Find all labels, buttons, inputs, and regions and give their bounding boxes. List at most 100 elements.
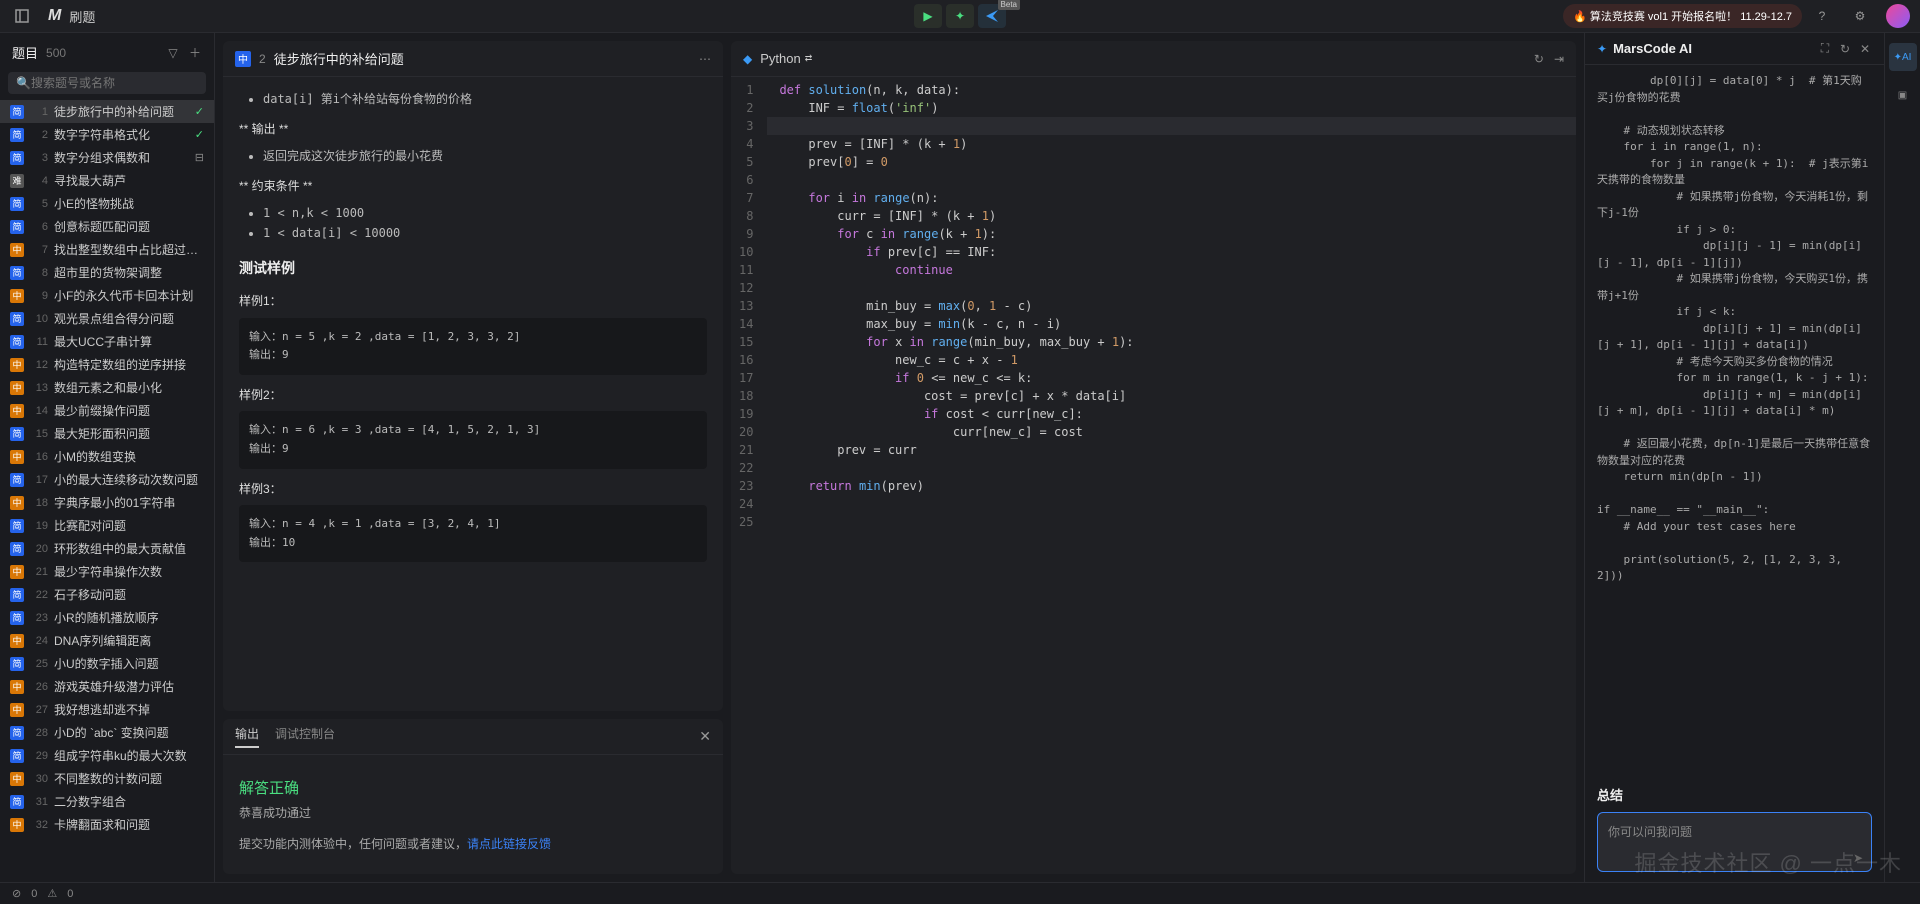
problem-list: 简1徒步旅行中的补给问题✓简2数字字符串格式化✓简3数字分组求偶数和⊟难4寻找最… <box>0 100 214 882</box>
difficulty-badge: 中 <box>10 703 24 717</box>
close-ai-icon[interactable]: ✕ <box>1858 42 1872 56</box>
difficulty-badge: 简 <box>10 588 24 602</box>
history-icon[interactable]: ↻ <box>1838 42 1852 56</box>
sidebar-item[interactable]: 中7找出整型数组中占比超过一半的数 <box>0 238 214 261</box>
sidebar-item[interactable]: 中27我好想逃却逃不掉 <box>0 698 214 721</box>
rail-ai-button[interactable]: ✦AI <box>1889 43 1917 71</box>
search-box: 🔍 <box>8 72 206 94</box>
sidebar-item[interactable]: 简19比赛配对问题 <box>0 514 214 537</box>
difficulty-badge: 简 <box>10 151 24 165</box>
difficulty-badge: 简 <box>10 749 24 763</box>
logo: M <box>48 7 61 25</box>
tab-output[interactable]: 输出 <box>235 725 259 748</box>
difficulty-badge: 简 <box>10 427 24 441</box>
difficulty-badge: 简 <box>10 266 24 280</box>
sparkle-icon: ✦ <box>1597 42 1607 56</box>
sidebar-item[interactable]: 简15最大矩形面积问题 <box>0 422 214 445</box>
tab-debug-console[interactable]: 调试控制台 <box>275 725 335 748</box>
run-button[interactable]: ▶ <box>914 4 942 28</box>
sidebar-item[interactable]: 简29组成字符串ku的最大次数 <box>0 744 214 767</box>
sidebar-item[interactable]: 中12构造特定数组的逆序拼接 <box>0 353 214 376</box>
filter-icon[interactable]: ▽ <box>166 46 180 60</box>
sidebar-item[interactable]: 中26游戏英雄升级潜力评估 <box>0 675 214 698</box>
export-icon[interactable]: ⇥ <box>1554 52 1564 66</box>
ai-panel: ✦ MarsCode AI ⛶ ↻ ✕ dp[0][j] = data[0] *… <box>1584 33 1884 882</box>
search-input[interactable] <box>31 76 198 90</box>
help-icon[interactable]: ? <box>1810 4 1834 28</box>
rail-extensions-icon[interactable]: ▣ <box>1889 81 1917 109</box>
more-icon[interactable]: ⋯ <box>699 52 711 66</box>
warnings-icon[interactable]: ⚠ <box>47 887 57 900</box>
check-icon: ✓ <box>195 128 204 141</box>
difficulty-badge: 中 <box>10 565 24 579</box>
difficulty-badge: 简 <box>10 611 24 625</box>
sidebar-item[interactable]: 简31二分数字组合 <box>0 790 214 813</box>
sidebar-item[interactable]: 简3数字分组求偶数和⊟ <box>0 146 214 169</box>
sidebar: 题目 500 ▽ ＋ 🔍 简1徒步旅行中的补给问题✓简2数字字符串格式化✓简3数… <box>0 33 215 882</box>
difficulty-badge: 中 <box>10 381 24 395</box>
sidebar-item[interactable]: 简8超市里的货物架调整 <box>0 261 214 284</box>
difficulty-badge: 中 <box>10 289 24 303</box>
sidebar-item[interactable]: 中14最少前缀操作问题 <box>0 399 214 422</box>
panel-toggle-icon[interactable] <box>10 4 34 28</box>
ai-input[interactable]: 你可以问我问题 ➤ <box>1597 812 1872 872</box>
ai-response: dp[0][j] = data[0] * j # 第1天购买j份食物的花费 # … <box>1585 65 1884 775</box>
avatar[interactable] <box>1886 4 1910 28</box>
sidebar-item[interactable]: 简5小E的怪物挑战 <box>0 192 214 215</box>
difficulty-badge: 简 <box>10 542 24 556</box>
difficulty-badge: 中 <box>10 772 24 786</box>
difficulty-badge: 简 <box>10 473 24 487</box>
close-icon[interactable]: ✕ <box>699 728 711 745</box>
problems-heading: 题目 <box>12 43 38 62</box>
sidebar-item[interactable]: 简22石子移动问题 <box>0 583 214 606</box>
page-title: 刷题 <box>69 7 95 26</box>
sidebar-item[interactable]: 简20环形数组中的最大贡献值 <box>0 537 214 560</box>
difficulty-badge: 难 <box>10 174 24 188</box>
sidebar-item[interactable]: 中32卡牌翻面求和问题 <box>0 813 214 836</box>
sidebar-item[interactable]: 中24DNA序列编辑距离 <box>0 629 214 652</box>
sidebar-item[interactable]: 简10观光景点组合得分问题 <box>0 307 214 330</box>
sidebar-item[interactable]: 简6创意标题匹配问题 <box>0 215 214 238</box>
sidebar-item[interactable]: 中13数组元素之和最小化 <box>0 376 214 399</box>
search-icon: 🔍 <box>16 76 31 90</box>
sidebar-item[interactable]: 中9小F的永久代币卡回本计划 <box>0 284 214 307</box>
sidebar-item[interactable]: 中30不同整数的计数问题 <box>0 767 214 790</box>
difficulty-badge: 中 <box>10 243 24 257</box>
language-selector[interactable]: Python ⇄ <box>760 51 812 66</box>
sidebar-item[interactable]: 简28小D的 `abc` 变换问题 <box>0 721 214 744</box>
difficulty-badge: 简 <box>10 726 24 740</box>
language-icon: ◆ <box>743 52 752 66</box>
send-icon[interactable]: ➤ <box>1853 851 1863 865</box>
debug-button[interactable]: ✦ <box>946 4 974 28</box>
sidebar-item[interactable]: 中21最少字符串操作次数 <box>0 560 214 583</box>
sidebar-item[interactable]: 中16小M的数组变换 <box>0 445 214 468</box>
add-icon[interactable]: ＋ <box>188 46 202 60</box>
errors-icon[interactable]: ⊘ <box>12 887 21 900</box>
difficulty-badge: 中 <box>10 496 24 510</box>
sidebar-item[interactable]: 简2数字字符串格式化✓ <box>0 123 214 146</box>
feedback-link[interactable]: 请点此链接反馈 <box>467 837 551 851</box>
difficulty-badge: 简 <box>10 657 24 671</box>
sidebar-item[interactable]: 简1徒步旅行中的补给问题✓ <box>0 100 214 123</box>
difficulty-badge: 简 <box>10 519 24 533</box>
sidebar-item[interactable]: 中18字典序最小的01字符串 <box>0 491 214 514</box>
promo-banner[interactable]: 🔥 算法竞技赛 vol1 开始报名啦！ 11.29-12.7 <box>1563 4 1802 28</box>
sidebar-item[interactable]: 简23小R的随机播放顺序 <box>0 606 214 629</box>
exclude-icon: ⊟ <box>195 151 204 164</box>
sidebar-item[interactable]: 简17小的最大连续移动次数问题 <box>0 468 214 491</box>
sidebar-item[interactable]: 简25小U的数字插入问题 <box>0 652 214 675</box>
submit-button[interactable]: Beta <box>978 4 1006 28</box>
difficulty-badge: 中 <box>235 51 251 67</box>
result-status: 解答正确 <box>239 777 707 798</box>
difficulty-badge: 简 <box>10 128 24 142</box>
refresh-icon[interactable]: ↻ <box>1534 52 1544 66</box>
code-editor[interactable]: 1234567891011121314151617181920212223242… <box>731 77 1576 874</box>
difficulty-badge: 中 <box>10 358 24 372</box>
difficulty-badge: 中 <box>10 818 24 832</box>
expand-icon[interactable]: ⛶ <box>1818 42 1832 56</box>
sidebar-item[interactable]: 难4寻找最大葫芦 <box>0 169 214 192</box>
sidebar-item[interactable]: 简11最大UCC子串计算 <box>0 330 214 353</box>
problem-description: data[i] 第i个补给站每份食物的价格 ** 输出 ** 返回完成这次徒步旅… <box>223 77 723 711</box>
settings-icon[interactable]: ⚙ <box>1848 4 1872 28</box>
difficulty-badge: 简 <box>10 197 24 211</box>
